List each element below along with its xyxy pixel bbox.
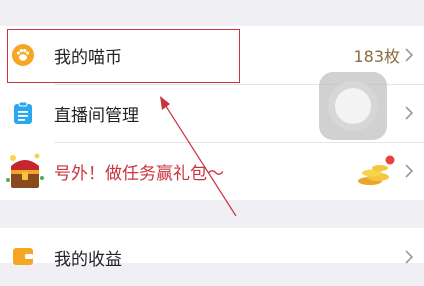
treasure-chest-icon xyxy=(5,150,45,196)
assistive-touch-core xyxy=(335,88,371,124)
assistive-touch-button[interactable] xyxy=(319,72,387,140)
menu-item-earnings[interactable]: 我的收益 xyxy=(0,228,424,286)
menu-item-live-manage-label: 直播间管理 xyxy=(54,105,139,126)
chevron-right-icon xyxy=(405,48,414,62)
clipboard-icon xyxy=(12,101,34,129)
menu-section-bottom: 我的收益 xyxy=(0,228,424,270)
wallet-icon xyxy=(12,246,34,270)
chevron-right-icon xyxy=(405,164,414,178)
chevron-right-icon xyxy=(405,250,414,264)
highlight-box xyxy=(7,29,240,83)
menu-item-promo[interactable]: 号外！做任务赢礼包～ xyxy=(0,142,424,200)
menu-item-earnings-label: 我的收益 xyxy=(54,249,122,270)
menu-item-promo-label: 号外！做任务赢礼包～ xyxy=(54,163,224,184)
chevron-right-icon xyxy=(405,106,414,120)
coins-pile-icon xyxy=(356,155,396,191)
coins-count: 183枚 xyxy=(353,47,400,66)
